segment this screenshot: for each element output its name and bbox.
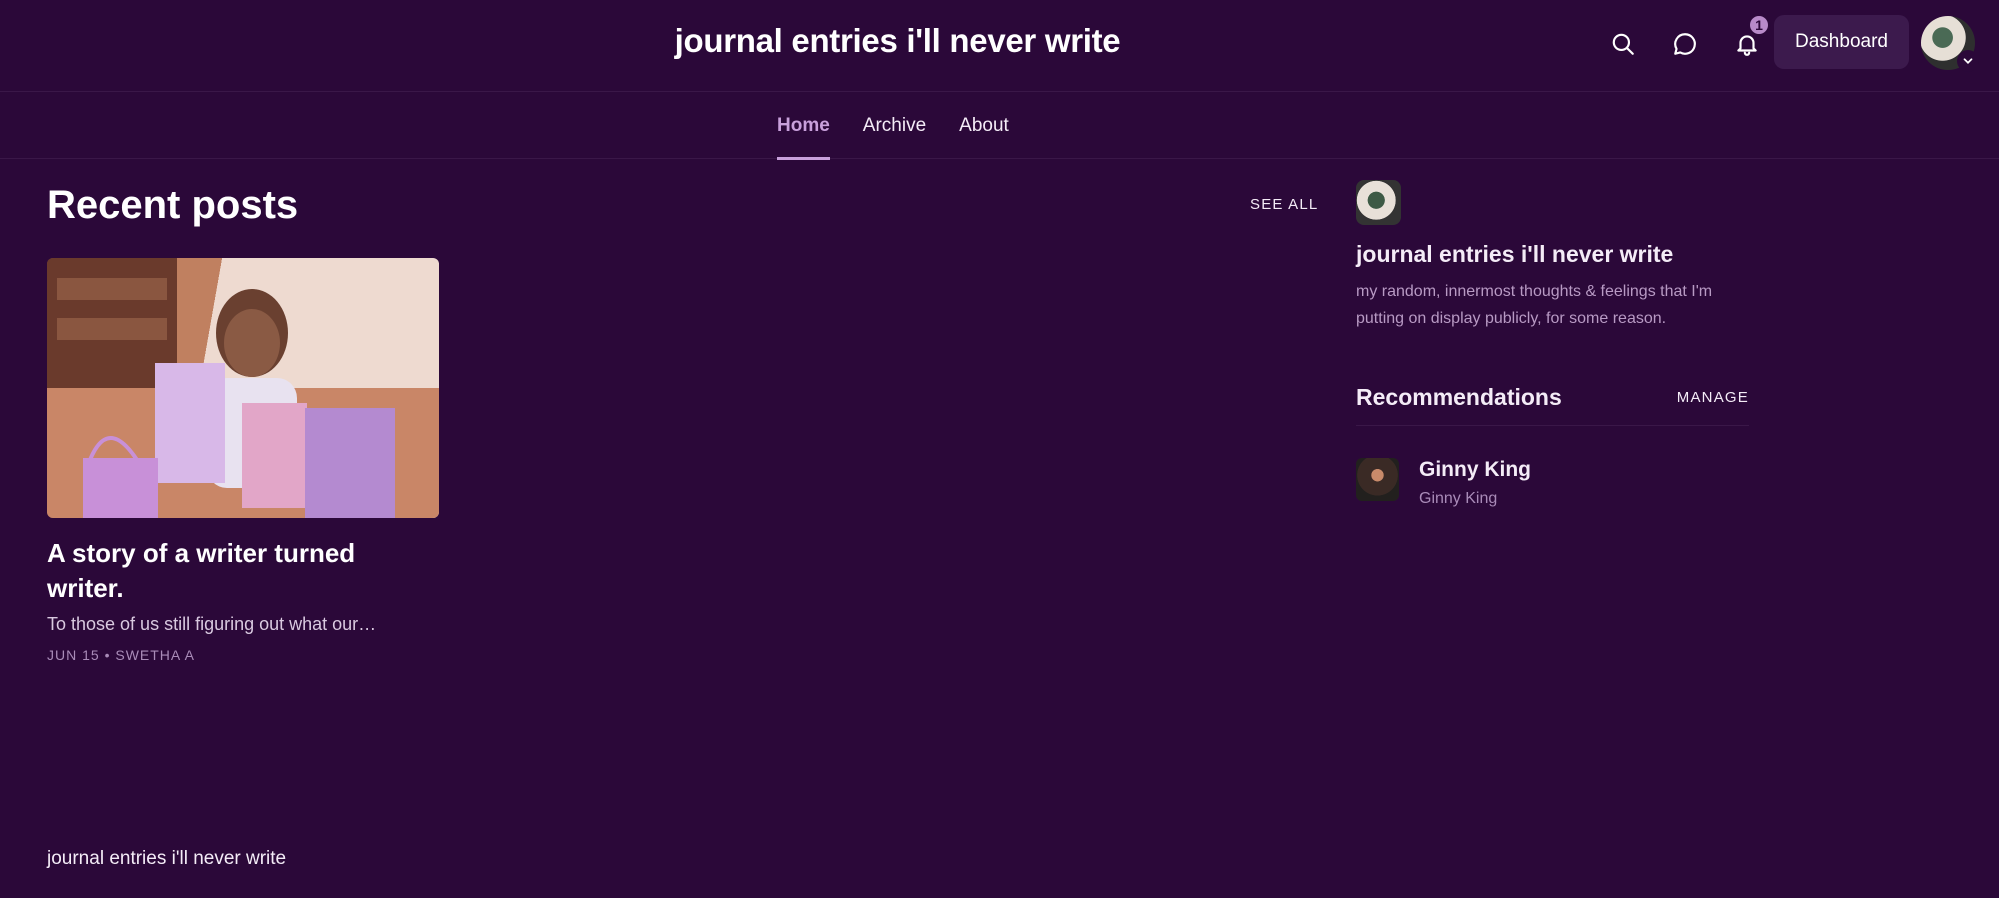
- search-button[interactable]: [1603, 24, 1643, 64]
- tab-about[interactable]: About: [959, 93, 1009, 159]
- chevron-down-icon: [1963, 58, 1973, 64]
- footer-publication-name[interactable]: journal entries i'll never write: [47, 848, 286, 870]
- nav-tabs: Home Archive About: [777, 93, 1009, 160]
- dashboard-button[interactable]: Dashboard: [1774, 15, 1909, 69]
- avatar-chevron: [1957, 50, 1979, 72]
- site-title[interactable]: journal entries i'll never write: [0, 22, 1795, 60]
- post-thumbnail[interactable]: [47, 258, 439, 518]
- post-meta: JUN 15 • SWETHA A: [47, 647, 195, 663]
- tab-archive[interactable]: Archive: [863, 93, 926, 159]
- post-thumbnail-art: [47, 258, 439, 518]
- publication-description: my random, innermost thoughts & feelings…: [1356, 283, 1713, 327]
- manage-link[interactable]: MANAGE: [1677, 389, 1749, 406]
- recommendation-avatar: [1356, 458, 1399, 501]
- publication-name[interactable]: journal entries i'll never write: [1356, 241, 1749, 268]
- recommendations-title: Recommendations: [1356, 384, 1562, 410]
- header-actions: 1: [1603, 13, 1771, 64]
- chat-icon: [1674, 33, 1696, 55]
- user-menu[interactable]: [1921, 16, 1979, 72]
- sidebar: journal entries i'll never write my rand…: [1356, 180, 1749, 508]
- tab-home[interactable]: Home: [777, 93, 830, 160]
- see-all-link[interactable]: SEE ALL: [1250, 196, 1318, 213]
- publication-logo[interactable]: [1356, 180, 1401, 225]
- recommendation-subtitle: Ginny King: [1419, 490, 1498, 507]
- post-excerpt: To those of us still figuring out what o…: [47, 614, 377, 634]
- recommendation-item[interactable]: Ginny King Ginny King: [1356, 458, 1749, 508]
- notification-badge: 1: [1747, 13, 1771, 37]
- recommendations-header: Recommendations MANAGE: [1356, 384, 1749, 426]
- main-nav: Home Archive About: [0, 93, 1999, 160]
- post-title[interactable]: A story of a writer turned writer.: [47, 536, 427, 606]
- recommendation-name[interactable]: Ginny King: [1419, 458, 1531, 482]
- recommendation-text: Ginny King Ginny King: [1419, 458, 1531, 508]
- page: journal entries i'll never write 1 Dashb…: [0, 0, 1999, 898]
- recent-posts-title: Recent posts: [47, 183, 299, 227]
- chat-button[interactable]: [1665, 24, 1705, 64]
- site-header: journal entries i'll never write 1 Dashb…: [0, 0, 1999, 92]
- search-icon: [1612, 33, 1634, 55]
- notifications-button[interactable]: 1: [1727, 13, 1771, 64]
- post-card[interactable]: A story of a writer turned writer. To th…: [47, 258, 439, 663]
